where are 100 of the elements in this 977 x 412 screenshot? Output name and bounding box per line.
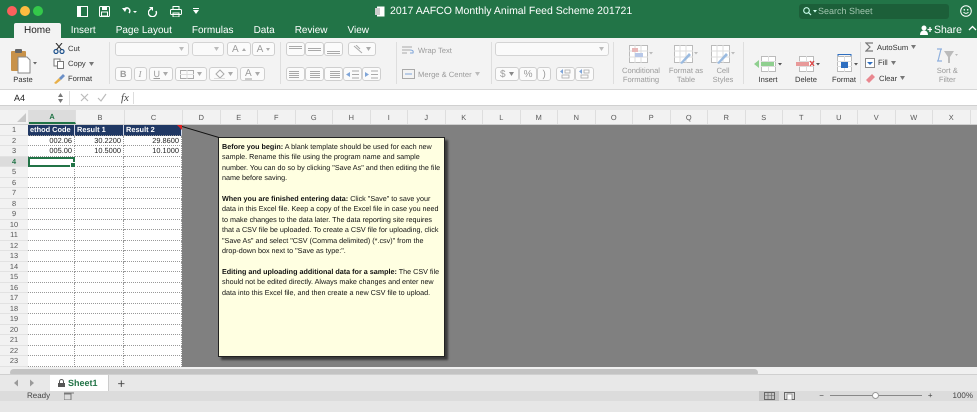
empty-cell	[124, 324, 182, 335]
search-icon	[803, 6, 817, 16]
caret-icon	[88, 62, 94, 66]
scissors-icon	[53, 43, 65, 54]
selected-cell[interactable]	[28, 156, 75, 167]
macro-record-icon[interactable]	[64, 392, 74, 400]
ribbon-tab[interactable]: Page Layout	[106, 23, 182, 38]
table-brush-icon	[674, 45, 698, 65]
share-button[interactable]: Share	[920, 23, 962, 37]
redo-icon[interactable]	[148, 6, 159, 16]
empty-cell	[124, 178, 182, 188]
empty-cell	[124, 304, 182, 314]
add-sheet-button[interactable]: +	[108, 375, 134, 391]
empty-cell	[75, 324, 124, 335]
empty-cell	[124, 314, 182, 324]
sort-filter-icon	[936, 47, 958, 65]
increase-decimal-button[interactable]	[556, 67, 575, 81]
empty-cell	[75, 272, 124, 282]
ribbon-tab[interactable]: View	[337, 23, 379, 38]
borders-button[interactable]	[175, 67, 207, 81]
caret-icon	[911, 45, 916, 49]
ribbon-tab[interactable]: Insert	[60, 23, 106, 38]
empty-cell	[124, 220, 182, 230]
empty-cell	[124, 240, 182, 251]
zoom-slider-thumb[interactable]	[872, 392, 880, 399]
top-align-button[interactable]	[286, 42, 305, 56]
ribbon-tab[interactable]: Home	[14, 23, 61, 38]
sidebar-icon[interactable]	[77, 6, 88, 16]
stepper-icon[interactable]	[58, 92, 63, 102]
view-button[interactable]	[759, 391, 780, 401]
align-left-button[interactable]	[286, 67, 305, 81]
empty-cell	[124, 282, 182, 293]
align-left-icon[interactable]	[289, 70, 302, 78]
empty-cell	[124, 209, 182, 220]
align-center-icon[interactable]	[308, 70, 321, 78]
collapse-ribbon-icon[interactable]	[968, 24, 977, 30]
empty-cell	[124, 230, 182, 240]
save-icon[interactable]	[99, 6, 110, 16]
status-text: Ready	[27, 391, 50, 401]
empty-cell	[75, 240, 124, 251]
cancel-icon[interactable]	[80, 93, 89, 102]
increase-indent-button[interactable]	[362, 67, 381, 81]
caret-icon	[508, 72, 514, 76]
empty-cell	[75, 198, 124, 209]
align-right-button[interactable]	[324, 67, 343, 81]
merge-icon	[402, 69, 415, 79]
lock-icon	[58, 379, 65, 387]
zoom-out-button[interactable]: −	[813, 391, 830, 401]
font-name-field[interactable]	[115, 42, 189, 56]
empty-cell	[75, 251, 124, 262]
empty-cell	[75, 188, 124, 198]
empty-cell	[75, 335, 124, 346]
ribbon-tab[interactable]: Data	[244, 23, 285, 38]
middle-align-button[interactable]	[305, 42, 324, 56]
paint-bucket-icon	[214, 69, 225, 79]
empty-cell	[124, 198, 182, 209]
font-size-field[interactable]	[192, 42, 224, 56]
brush-icon	[53, 73, 65, 84]
ribbon-tab[interactable]: Review	[284, 23, 338, 38]
caret-icon	[214, 47, 219, 51]
sheet-tab[interactable]: Sheet1	[50, 375, 109, 391]
empty-cell	[75, 262, 124, 272]
increase-indent-icon[interactable]	[365, 70, 378, 78]
caret-up-icon	[242, 48, 246, 50]
empty-cell	[124, 188, 182, 198]
decrease-decimal-button[interactable]	[574, 67, 594, 81]
smiley-icon[interactable]	[960, 5, 972, 17]
decrease-indent-icon[interactable]	[346, 70, 359, 78]
insert-function-button[interactable]: fx	[121, 92, 134, 104]
number-format-field[interactable]	[495, 42, 609, 56]
borders-icon	[180, 70, 194, 78]
caret-icon	[900, 76, 906, 80]
zoom-in-button[interactable]: +	[922, 391, 939, 401]
search-field[interactable]: Search Sheet	[799, 4, 949, 18]
zoom-button[interactable]	[33, 6, 43, 16]
empty-cell	[75, 304, 124, 314]
caret-icon	[197, 72, 202, 76]
empty-cell	[124, 272, 182, 282]
bottom-align-button[interactable]	[324, 42, 343, 56]
minimize-button[interactable]	[20, 6, 30, 16]
align-right-icon[interactable]	[327, 70, 340, 78]
customize-icon[interactable]	[193, 8, 199, 14]
caret-icon	[890, 60, 896, 64]
name-box[interactable]: A4	[14, 92, 58, 102]
ribbon-tab[interactable]: Formulas	[182, 23, 244, 38]
caret-icon	[179, 47, 184, 51]
fill-color-button[interactable]	[209, 67, 238, 81]
print-icon[interactable]	[170, 6, 182, 16]
copy-icon	[53, 58, 65, 69]
empty-cell	[124, 251, 182, 262]
decrease-decimal-icon[interactable]	[578, 69, 590, 79]
decrease-indent-button[interactable]	[343, 67, 362, 81]
close-button[interactable]	[7, 6, 17, 16]
zoom-slider[interactable]	[830, 391, 922, 401]
enter-icon[interactable]	[97, 93, 107, 102]
empty-cell	[75, 282, 124, 293]
align-center-button[interactable]	[305, 67, 324, 81]
increase-decimal-icon[interactable]	[560, 69, 571, 79]
empty-cell	[124, 293, 182, 304]
orientation-button[interactable]	[348, 42, 376, 56]
